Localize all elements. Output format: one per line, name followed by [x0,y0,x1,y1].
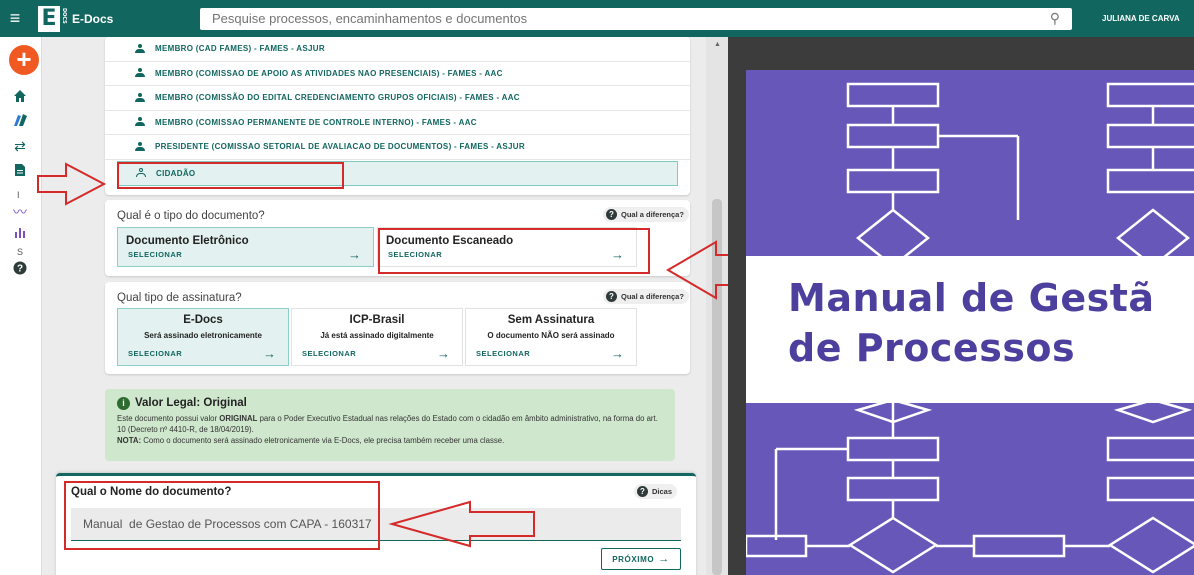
cover-title-line1: Manual de Gestã [788,276,1155,320]
document-preview: Manual de Gestã de Processos [728,37,1194,575]
annotation-arrow-left-name [388,500,535,548]
cover-title-band: Manual de Gestã de Processos [746,256,1194,403]
annotation-arrow-right [37,162,107,206]
cover-page: Manual de Gestã de Processos [746,70,1194,575]
cover-title-line2: de Processos [788,326,1076,370]
